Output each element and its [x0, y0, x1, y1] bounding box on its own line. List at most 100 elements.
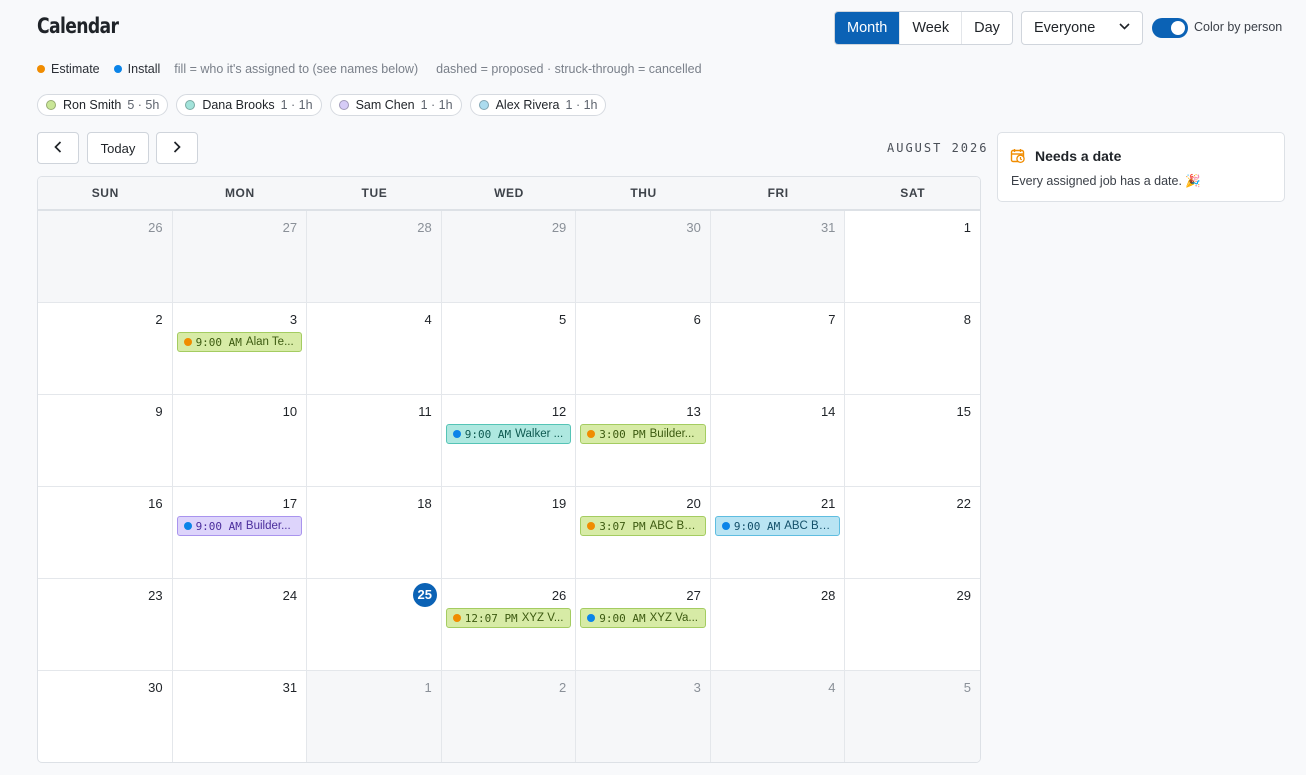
chevron-left-icon	[54, 140, 62, 156]
weekday-label: SUN	[91, 186, 119, 200]
day-cell[interactable]: 15	[845, 395, 980, 487]
day-cell[interactable]: 26	[38, 211, 173, 303]
person-filter-select[interactable]: Everyone	[1021, 11, 1143, 45]
view-month-button[interactable]: Month	[835, 12, 900, 44]
calendar-event[interactable]: 3:00 PM Builder...	[580, 424, 706, 444]
day-cell[interactable]: 11	[307, 395, 442, 487]
view-week-button[interactable]: Week	[899, 12, 961, 44]
day-cell[interactable]: 29	[441, 211, 577, 303]
view-day-button[interactable]: Day	[961, 12, 1012, 44]
date-number: 29	[956, 588, 971, 603]
person-chip[interactable]: Ron Smith 5 · 5h	[37, 94, 169, 116]
day-cell[interactable]: 1	[845, 211, 980, 303]
day-cell[interactable]: 8	[845, 303, 980, 395]
day-cell[interactable]: 27 9:00 AM XYZ Va...	[576, 579, 711, 671]
calendar-event[interactable]: 9:00 AM Walker ...	[445, 424, 572, 444]
calendar-event[interactable]: 3:07 PM ABC Ba...	[580, 516, 706, 536]
day-cell[interactable]: 14	[710, 395, 846, 487]
weekday-label: SAT	[900, 186, 926, 200]
event-time: 9:00 AM	[599, 611, 646, 625]
date-number: 18	[417, 496, 432, 511]
day-cell[interactable]: 4	[710, 671, 846, 762]
person-name: Dana Brooks	[202, 98, 275, 112]
legend-fill-hint: fill = who it's assigned to (see names b…	[174, 62, 419, 76]
day-cell[interactable]: 26 12:07 PM XYZ V...	[441, 579, 577, 671]
day-cell[interactable]: 16	[38, 487, 173, 579]
day-cell[interactable]: 25	[307, 579, 442, 671]
date-number: 4	[424, 312, 432, 327]
day-cell[interactable]: 28	[307, 211, 442, 303]
event-title: ABC Ba...	[649, 520, 699, 532]
next-month-button[interactable]	[156, 132, 198, 164]
estimate-dot-icon	[37, 65, 45, 73]
day-cell[interactable]: 24	[172, 579, 308, 671]
legend-estimate-label: Estimate	[51, 62, 100, 76]
calendar-event[interactable]: 12:07 PM XYZ V...	[445, 608, 572, 628]
person-color-dot-icon	[185, 100, 196, 110]
today-button[interactable]: Today	[87, 132, 149, 164]
date-number: 7	[828, 312, 836, 327]
day-cell[interactable]: 9	[38, 395, 173, 487]
date-number: 15	[956, 404, 971, 419]
date-number: 16	[148, 496, 163, 511]
day-cell[interactable]: 30	[38, 671, 173, 762]
person-chip[interactable]: Sam Chen 1 · 1h	[329, 94, 462, 116]
legend-install-label: Install	[127, 62, 161, 76]
day-cell[interactable]: 1	[307, 671, 442, 762]
legend-install: Install	[113, 62, 161, 76]
date-number: 10	[282, 404, 298, 419]
day-cell[interactable]: 4	[307, 303, 442, 395]
prev-month-button[interactable]	[37, 132, 79, 164]
date-number: 21	[820, 496, 836, 511]
day-cell[interactable]: 3	[576, 671, 711, 762]
date-number: 9	[155, 404, 163, 419]
day-cell[interactable]: 21 9:00 AM ABC Ba...	[710, 487, 846, 579]
event-title: XYZ Va...	[649, 612, 698, 624]
day-cell[interactable]: 29	[845, 579, 980, 671]
day-cell[interactable]: 20 3:07 PM ABC Ba...	[576, 487, 711, 579]
day-cell[interactable]: 13 3:00 PM Builder...	[576, 395, 711, 487]
day-cell[interactable]: 10	[172, 395, 308, 487]
color-by-person-toggle[interactable]	[1152, 18, 1188, 38]
day-cell[interactable]: 7	[710, 303, 846, 395]
day-cell[interactable]: 28	[710, 579, 846, 671]
event-title: Alan Te...	[245, 336, 294, 348]
person-color-dot-icon	[478, 100, 489, 110]
calendar-event[interactable]: 9:00 AM XYZ Va...	[580, 608, 706, 628]
date-number: 13	[686, 404, 701, 419]
day-cell[interactable]: 5	[845, 671, 980, 762]
calendar-event[interactable]: 9:00 AM Alan Te...	[176, 332, 303, 352]
estimate-dot-icon	[587, 522, 596, 530]
weekday-label: MON	[224, 186, 255, 200]
date-number: 2	[559, 680, 567, 695]
date-number: 5	[559, 312, 567, 327]
needs-date-text: Every assigned job has a date. 🎉	[1011, 174, 1201, 188]
day-cell[interactable]: 31	[173, 671, 308, 762]
calendar-event[interactable]: 9:00 AM ABC Ba...	[714, 516, 841, 536]
day-cell[interactable]: 23	[38, 579, 173, 671]
day-cell[interactable]: 6	[576, 303, 711, 395]
day-cell[interactable]: 12 9:00 AM Walker ...	[441, 395, 577, 487]
date-number: 28	[417, 220, 432, 235]
day-cell[interactable]: 31	[710, 211, 846, 303]
calendar-event[interactable]: 9:00 AM Builder...	[176, 516, 303, 536]
day-cell[interactable]: 27	[172, 211, 308, 303]
person-chip[interactable]: Dana Brooks 1 · 1h	[176, 94, 322, 116]
event-time: 9:00 AM	[733, 519, 781, 533]
day-cell[interactable]: 22	[845, 487, 980, 579]
day-cell[interactable]: 5	[441, 303, 577, 395]
person-chip[interactable]: Alex Rivera 1 · 1h	[469, 94, 607, 116]
day-cell[interactable]: 18	[307, 487, 442, 579]
day-cell[interactable]: 2	[441, 671, 577, 762]
chevron-down-icon	[1119, 12, 1130, 44]
legend-estimate: Estimate	[37, 62, 100, 76]
day-cell[interactable]: 3 9:00 AM Alan Te...	[172, 303, 308, 395]
day-cell[interactable]: 2	[38, 303, 173, 395]
event-title: Walker ...	[515, 428, 564, 440]
day-cell[interactable]: 19	[441, 487, 577, 579]
chevron-right-icon	[173, 140, 181, 156]
calendar-clock-icon	[1010, 148, 1026, 169]
person-name: Alex Rivera	[495, 98, 560, 112]
day-cell[interactable]: 17 9:00 AM Builder...	[172, 487, 308, 579]
day-cell[interactable]: 30	[576, 211, 711, 303]
